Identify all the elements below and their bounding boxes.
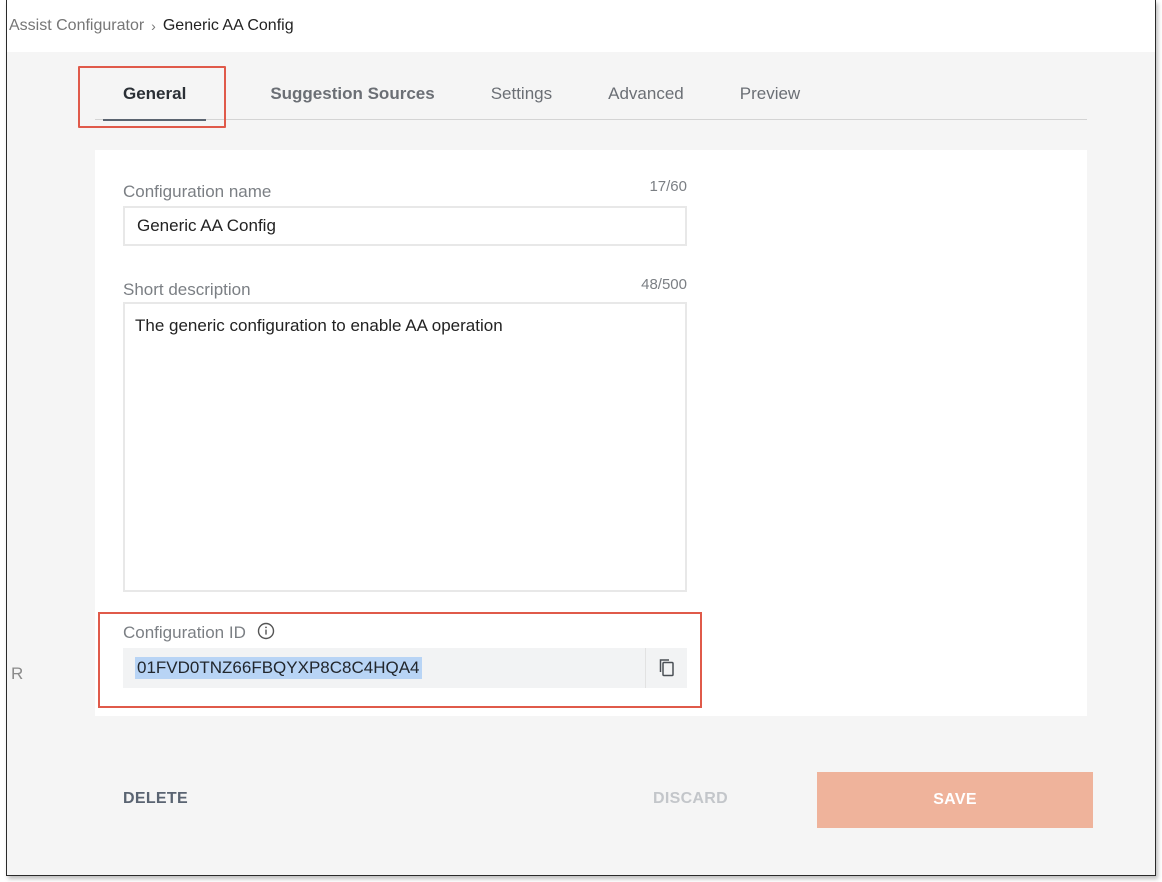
- config-id-field[interactable]: 01FVD0TNZ66FBQYXP8C8C4HQA4: [123, 648, 687, 688]
- config-name-label: Configuration name: [123, 182, 272, 201]
- general-form-card: Configuration name 17/60 Generic AA Conf…: [95, 150, 1087, 716]
- breadcrumb-separator: ›: [151, 18, 156, 34]
- tab-preview[interactable]: Preview: [740, 68, 800, 120]
- tab-general[interactable]: General: [95, 68, 214, 121]
- config-id-label-text: Configuration ID: [123, 622, 246, 642]
- short-description-counter: 48/500: [641, 276, 687, 293]
- short-description-label: Short description: [123, 280, 251, 299]
- tab-bar: General Suggestion Sources Settings Adva…: [95, 68, 1087, 121]
- tab-advanced[interactable]: Advanced: [608, 68, 684, 120]
- config-id-value[interactable]: 01FVD0TNZ66FBQYXP8C8C4HQA4: [135, 657, 422, 679]
- side-letter: R: [11, 664, 24, 683]
- config-id-label: Configuration ID: [123, 622, 275, 645]
- header-bar: Assist Configurator › Generic AA Config: [7, 0, 1155, 52]
- tab-suggestion-sources[interactable]: Suggestion Sources: [270, 68, 434, 120]
- info-icon[interactable]: [257, 622, 275, 645]
- save-button[interactable]: SAVE: [817, 772, 1093, 828]
- short-description-textarea[interactable]: The generic configuration to enable AA o…: [123, 302, 687, 592]
- tab-settings[interactable]: Settings: [491, 68, 552, 120]
- config-name-counter: 17/60: [649, 178, 687, 195]
- breadcrumb-parent[interactable]: Assist Configurator: [9, 17, 144, 35]
- breadcrumb-current: Generic AA Config: [162, 17, 294, 34]
- copy-icon[interactable]: [645, 648, 687, 688]
- delete-button[interactable]: DELETE: [123, 790, 188, 808]
- config-name-input[interactable]: Generic AA Config: [123, 206, 687, 246]
- discard-button[interactable]: DISCARD: [653, 790, 728, 808]
- app-window: Assist Configurator › Generic AA Config …: [6, 0, 1156, 876]
